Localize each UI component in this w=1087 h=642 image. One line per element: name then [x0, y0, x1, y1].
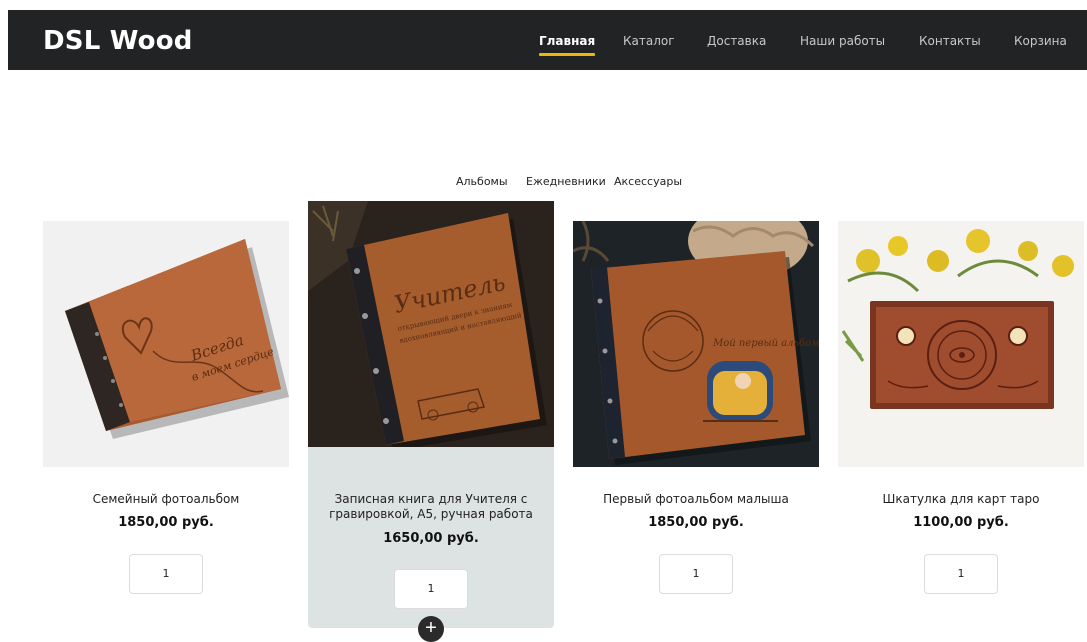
category-albums[interactable]: Альбомы: [456, 175, 508, 188]
nav-item-contacts[interactable]: Контакты: [919, 34, 981, 48]
product-card[interactable]: Шкатулка для карт таро 1100,00 руб. 1: [838, 221, 1084, 601]
product-image[interactable]: [838, 221, 1084, 467]
nav-item-home[interactable]: Главная: [539, 34, 596, 56]
category-filter: Альбомы Ежедневники Аксессуары: [0, 175, 1087, 191]
header: DSL Wood Главная Каталог Доставка Наши р…: [8, 10, 1087, 70]
tarot-box-image: [838, 221, 1084, 467]
product-price: 1850,00 руб.: [648, 515, 744, 530]
nav-item-label: Главная: [539, 34, 596, 48]
quantity-input[interactable]: 1: [924, 554, 998, 594]
svg-text:Мой первый альбом: Мой первый альбом: [712, 338, 819, 349]
quantity-input[interactable]: 1: [394, 569, 468, 609]
quantity-value: 1: [692, 567, 700, 580]
quantity-input[interactable]: 1: [659, 554, 733, 594]
product-card[interactable]: Всегда в моем сердце Семейный фотоальбом…: [43, 221, 289, 601]
nav-item-cart[interactable]: Корзина: [1014, 34, 1067, 48]
product-price: 1650,00 руб.: [383, 531, 479, 546]
plus-icon: +: [425, 617, 437, 639]
active-nav-underline: [539, 53, 596, 56]
nav-item-label: Каталог: [623, 34, 675, 48]
category-diaries[interactable]: Ежедневники: [526, 175, 606, 188]
quantity-value: 1: [427, 582, 435, 595]
product-image[interactable]: Всегда в моем сердце: [43, 221, 289, 467]
nav-item-delivery[interactable]: Доставка: [707, 34, 766, 48]
product-card-hovered[interactable]: Учитель открывающий двери к знаниям вдох…: [308, 201, 554, 642]
add-to-cart-button[interactable]: +: [418, 616, 444, 642]
product-title[interactable]: Шкатулка для карт таро: [838, 492, 1084, 507]
product-price: 1100,00 руб.: [913, 515, 1009, 530]
category-accessories[interactable]: Аксессуары: [614, 175, 682, 188]
quantity-value: 1: [957, 567, 965, 580]
nav-item-label: Контакты: [919, 34, 981, 48]
quantity-input[interactable]: 1: [129, 554, 203, 594]
nav-item-label: Корзина: [1014, 34, 1067, 48]
product-image[interactable]: Мой первый альбом: [573, 221, 819, 467]
product-title[interactable]: Семейный фотоальбом: [43, 492, 289, 507]
product-title[interactable]: Записная книга для Учителя с гравировкой…: [308, 492, 554, 522]
nav-item-our-works[interactable]: Наши работы: [800, 34, 885, 48]
product-card[interactable]: Мой первый альбом Первый фотоальбом малы…: [573, 221, 819, 601]
quantity-value: 1: [162, 567, 170, 580]
main-nav: Главная Каталог Доставка Наши работы Кон…: [8, 34, 1087, 64]
nav-item-label: Наши работы: [800, 34, 886, 48]
nav-item-catalog[interactable]: Каталог: [623, 34, 675, 48]
product-image[interactable]: Учитель открывающий двери к знаниям вдох…: [308, 201, 554, 447]
family-photo-album-image: Всегда в моем сердце: [43, 221, 289, 467]
product-price: 1850,00 руб.: [118, 515, 214, 530]
nav-item-label: Доставка: [707, 34, 767, 48]
teacher-notebook-image: Учитель открывающий двери к знаниям вдох…: [308, 201, 554, 447]
product-title[interactable]: Первый фотоальбом малыша: [573, 492, 819, 507]
baby-photo-album-image: Мой первый альбом: [573, 221, 819, 467]
